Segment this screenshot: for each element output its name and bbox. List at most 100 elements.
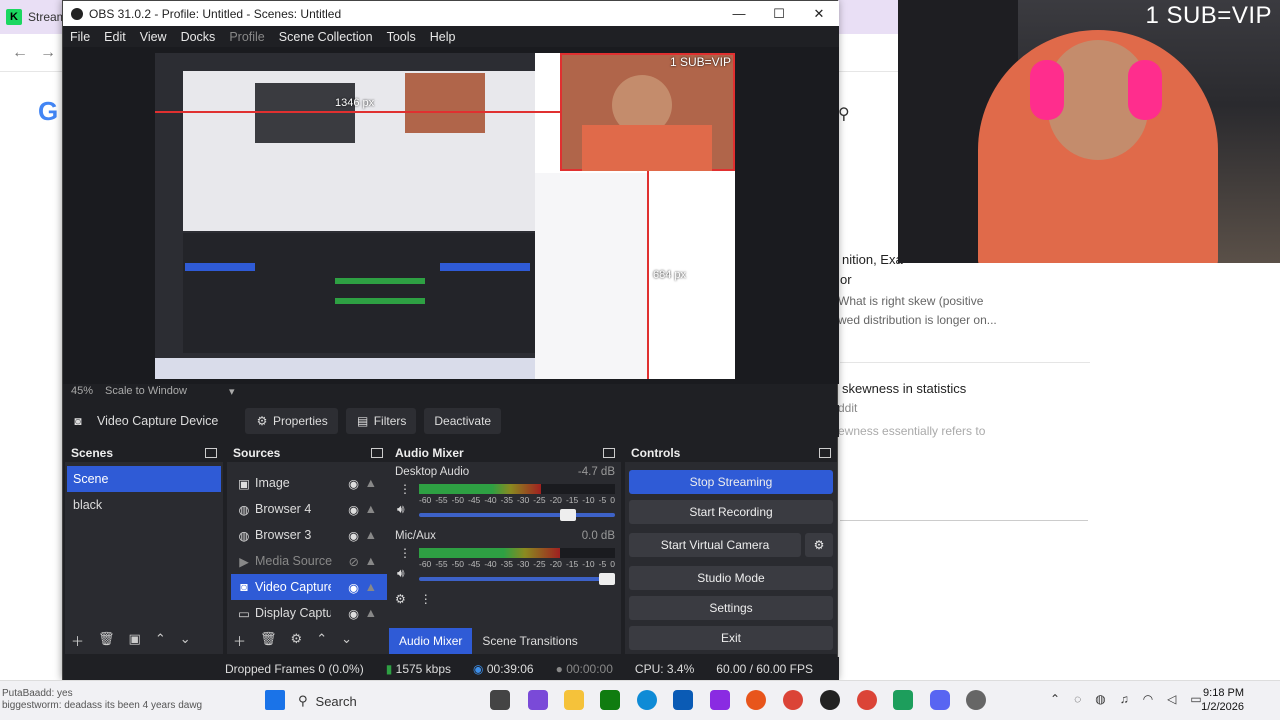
tray-icon[interactable]: ◍ [1095, 692, 1105, 706]
menu-profile[interactable]: Profile [222, 30, 271, 44]
task-view-icon[interactable] [490, 690, 510, 710]
menu-view[interactable]: View [133, 30, 174, 44]
arrow-down-icon[interactable]: ⌄ [341, 631, 352, 650]
menu-help[interactable]: Help [423, 30, 463, 44]
speaker-icon[interactable]: 🔊︎ [397, 502, 405, 517]
volume-icon[interactable]: ◁ [1167, 692, 1176, 706]
menu-edit[interactable]: Edit [97, 30, 133, 44]
kebab-menu-icon[interactable]: ⋮ [399, 546, 411, 560]
arrow-down-icon[interactable]: ⌄ [180, 631, 191, 650]
edge-icon[interactable] [637, 690, 657, 710]
filter-icon[interactable]: ▣ [129, 631, 141, 650]
volume-slider[interactable] [419, 509, 615, 521]
stop-streaming-button[interactable]: Stop Streaming [629, 470, 833, 494]
source-item-media-source[interactable]: ▶ Media Source ⊘ ▲ [231, 548, 387, 574]
result-title-1b[interactable]: or [840, 272, 852, 287]
eye-icon[interactable]: ◉ [348, 606, 359, 621]
clock[interactable]: 9:18 PM 1/2/2026 [1201, 686, 1244, 714]
chevron-up-icon[interactable]: ⌃ [1050, 692, 1060, 706]
back-arrow-icon[interactable]: ← [12, 44, 28, 62]
scale-mode-select[interactable]: Scale to Window [105, 385, 187, 398]
settings-button[interactable]: Settings [629, 596, 833, 620]
source-item-display-capture[interactable]: ▭ Display Capture ◉ ▲ [231, 600, 387, 626]
file-explorer-icon[interactable] [564, 690, 584, 710]
lock-icon[interactable]: ▲ [365, 606, 377, 620]
webcam-source-selected[interactable]: 1 SUB=VIP [560, 53, 735, 171]
exit-button[interactable]: Exit [629, 626, 833, 650]
arrow-up-icon[interactable]: ⌃ [155, 631, 166, 650]
maximize-button[interactable]: ☐ [759, 1, 799, 26]
taskbar-search[interactable]: ⚲ Search [298, 688, 468, 714]
source-item-browser-4[interactable]: ◍ Browser 4 ◉ ▲ [231, 496, 387, 522]
properties-button[interactable]: ⚙ Properties [245, 408, 338, 434]
xbox-icon[interactable] [600, 690, 620, 710]
browser-tab[interactable]: K Stream [6, 4, 67, 30]
eye-icon[interactable]: ◉ [348, 580, 359, 595]
tray-icon[interactable]: ◌ [1074, 692, 1081, 706]
popout-icon[interactable] [371, 448, 383, 458]
eye-icon[interactable]: ◉ [348, 476, 359, 491]
deactivate-button[interactable]: Deactivate [424, 408, 502, 434]
wifi-icon[interactable]: ◠ [1143, 692, 1153, 706]
preview-canvas[interactable]: 1 SUB=VIP 1346 px 684 px [155, 53, 735, 379]
start-recording-button[interactable]: Start Recording [629, 500, 833, 524]
store-icon[interactable] [673, 690, 693, 710]
source-item-browser-3[interactable]: ◍ Browser 3 ◉ ▲ [231, 522, 387, 548]
minimize-button[interactable]: — [719, 1, 759, 26]
arrow-up-icon[interactable]: ⌃ [316, 631, 327, 650]
studio-mode-button[interactable]: Studio Mode [629, 566, 833, 590]
app-icon[interactable] [710, 690, 730, 710]
add-icon[interactable]: ＋ [71, 631, 84, 650]
eye-icon[interactable]: ◉ [348, 528, 359, 543]
result-title-1[interactable]: nition, Exa [842, 252, 903, 267]
discord-icon[interactable] [930, 690, 950, 710]
eye-icon[interactable]: ◉ [348, 502, 359, 517]
gear-icon[interactable]: ⚙ [395, 592, 406, 606]
popout-icon[interactable] [603, 448, 615, 458]
volume-slider[interactable] [419, 573, 615, 585]
tab-audio-mixer[interactable]: Audio Mixer [389, 628, 473, 654]
start-virtual-camera-button[interactable]: Start Virtual Camera [629, 533, 801, 557]
windows-start-icon[interactable] [265, 690, 285, 710]
volume-slider-knob[interactable] [559, 509, 576, 521]
tab-scene-transitions[interactable]: Scene Transitions [472, 628, 587, 654]
lock-icon[interactable]: ▲ [365, 502, 377, 516]
menu-file[interactable]: File [63, 30, 97, 44]
settings-gear-icon[interactable] [966, 690, 986, 710]
chevron-down-icon[interactable]: ▾ [229, 385, 235, 398]
scene-item-black[interactable]: black [67, 492, 221, 518]
source-item-image[interactable]: ▣ Image ◉ ▲ [231, 470, 387, 496]
trash-icon[interactable]: 🗑 [260, 631, 277, 650]
forward-arrow-icon[interactable]: → [40, 44, 56, 62]
close-button[interactable]: ✕ [799, 1, 839, 26]
app-icon[interactable] [746, 690, 766, 710]
lock-icon[interactable]: ▲ [365, 528, 377, 542]
lock-icon[interactable]: ▲ [365, 580, 377, 594]
gear-icon[interactable]: ⚙ [291, 631, 303, 650]
preview-area[interactable]: 1 SUB=VIP 1346 px 684 px [63, 47, 839, 384]
result-title-2[interactable]: skewness in statistics [842, 381, 966, 396]
chrome-icon[interactable] [857, 690, 877, 710]
lock-icon[interactable]: ▲ [365, 476, 377, 490]
virtual-camera-settings-gear-icon[interactable]: ⚙ [805, 533, 833, 557]
search-icon[interactable]: ⚲ [838, 104, 850, 124]
microphone-icon[interactable]: ♫ [1120, 692, 1129, 706]
lock-icon[interactable]: ▲ [365, 554, 377, 568]
battery-icon[interactable]: ▭ [1190, 692, 1201, 706]
scene-item-scene[interactable]: Scene [67, 466, 221, 492]
source-item-video-capture[interactable]: ◙ Video Capture Device ◉ ▲ [231, 574, 387, 600]
chrome-icon[interactable] [783, 690, 803, 710]
popout-icon[interactable] [819, 448, 831, 458]
kebab-menu-icon[interactable]: ⋮ [399, 482, 411, 496]
filters-button[interactable]: ▤ Filters [345, 408, 417, 434]
popout-icon[interactable] [205, 448, 217, 458]
speaker-icon[interactable]: 🔊︎ [397, 566, 405, 581]
kebab-menu-icon[interactable]: ⋮ [420, 592, 432, 606]
copilot-icon[interactable] [528, 690, 548, 710]
add-icon[interactable]: ＋ [233, 631, 246, 650]
eye-hidden-icon[interactable]: ⊘ [349, 554, 359, 569]
menu-scene-collection[interactable]: Scene Collection [272, 30, 380, 44]
menu-docks[interactable]: Docks [174, 30, 223, 44]
menu-tools[interactable]: Tools [380, 30, 423, 44]
notepad-icon[interactable] [893, 690, 913, 710]
